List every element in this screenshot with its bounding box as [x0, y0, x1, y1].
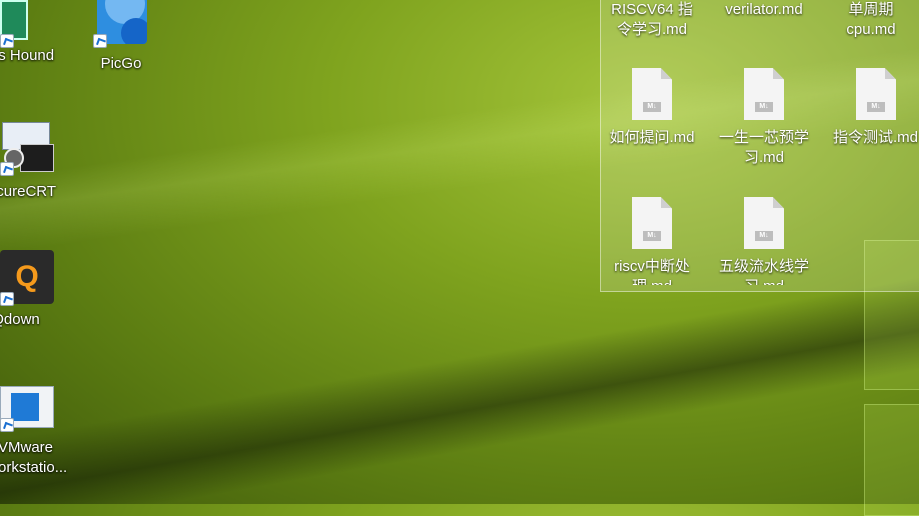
file-riscv-interrupt[interactable]: M↓ riscv中断处 理.md [599, 197, 705, 285]
file-instruction-test[interactable]: M↓ 指令测试.md [823, 68, 919, 148]
shortcut-arrow-icon [0, 292, 14, 306]
icon-label: VMware orkstatio... [0, 439, 68, 476]
icon-label: Qdown [0, 311, 40, 328]
file-label: 一生一芯预学 习.md [718, 129, 809, 166]
file-label: 指令测试.md [833, 129, 919, 146]
desktop[interactable]: us Hound PicGo ecureCRT Q Qdown VMware o… [0, 0, 919, 516]
file-single-cycle-cpu[interactable]: 单周期 cpu.md [823, 0, 919, 40]
file-label: 如何提问.md [609, 129, 695, 146]
icon-label: us Hound [0, 47, 55, 64]
markdown-file-icon: M↓ [632, 197, 672, 249]
file-ysyx-prestudy[interactable]: M↓ 一生一芯预学 习.md [711, 68, 817, 168]
file-riscv64[interactable]: RISCV64 指 令学习.md [599, 0, 705, 40]
file-label: 五级流水线学 习.md [718, 258, 809, 285]
file-label: riscv中断处 理.md [614, 258, 690, 285]
shortcut-arrow-icon [93, 34, 107, 48]
markdown-file-icon: M↓ [744, 197, 784, 249]
icon-label: ecureCRT [0, 183, 57, 200]
file-label: RISCV64 指 令学习.md [611, 1, 693, 38]
shortcut-arrow-icon [0, 418, 14, 432]
icon-label: PicGo [100, 55, 142, 72]
file-label: verilator.md [725, 1, 803, 18]
markdown-file-icon: M↓ [744, 68, 784, 120]
wallpaper-window-pane-lower [864, 404, 919, 516]
markdown-file-icon: M↓ [856, 68, 896, 120]
shortcut-arrow-icon [0, 162, 14, 176]
file-how-to-ask[interactable]: M↓ 如何提问.md [599, 68, 705, 148]
markdown-file-icon: M↓ [632, 68, 672, 120]
file-five-stage-pipeline[interactable]: M↓ 五级流水线学 习.md [711, 197, 817, 285]
terminal-window-icon [20, 144, 54, 172]
file-label: 单周期 cpu.md [846, 1, 896, 38]
file-verilator[interactable]: verilator.md [711, 0, 817, 20]
